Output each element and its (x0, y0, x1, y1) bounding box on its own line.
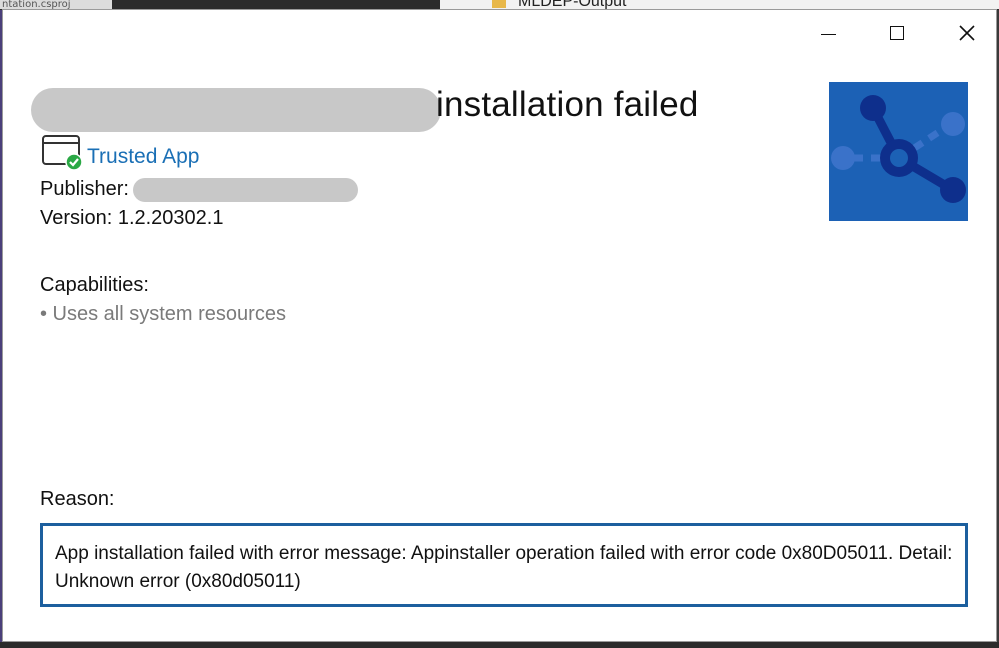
background-file-tab: ntation.csproj (0, 0, 112, 9)
close-button[interactable] (944, 12, 990, 54)
folder-icon (492, 0, 506, 8)
capabilities-label: Capabilities: (40, 274, 149, 296)
minimize-icon (820, 33, 836, 35)
redacted-publisher (133, 178, 358, 202)
app-installer-dialog: installation failed Trusted App Publishe… (2, 9, 997, 642)
background-bottom-strip (0, 642, 999, 648)
minimize-button[interactable] (805, 12, 851, 54)
app-tile (829, 82, 968, 221)
redacted-app-name (31, 88, 441, 132)
trusted-app-link[interactable]: Trusted App (87, 145, 199, 169)
close-icon (959, 25, 975, 41)
version-text: Version: 1.2.20302.1 (40, 207, 224, 229)
background-explorer-pane: MLDEP-Output (440, 0, 999, 9)
trusted-app-icon (42, 135, 83, 171)
background-folder-name: MLDEP-Output (518, 0, 627, 9)
dialog-title: installation failed (436, 85, 699, 124)
maximize-button[interactable] (874, 12, 920, 54)
network-nodes-icon (831, 95, 966, 203)
reason-label: Reason: (40, 488, 115, 510)
error-message-text: App installation failed with error messa… (55, 543, 953, 592)
publisher-label: Publisher: (40, 178, 129, 200)
maximize-icon (890, 26, 904, 40)
capability-item: • Uses all system resources (40, 303, 286, 325)
error-message-box[interactable]: App installation failed with error messa… (40, 523, 968, 607)
